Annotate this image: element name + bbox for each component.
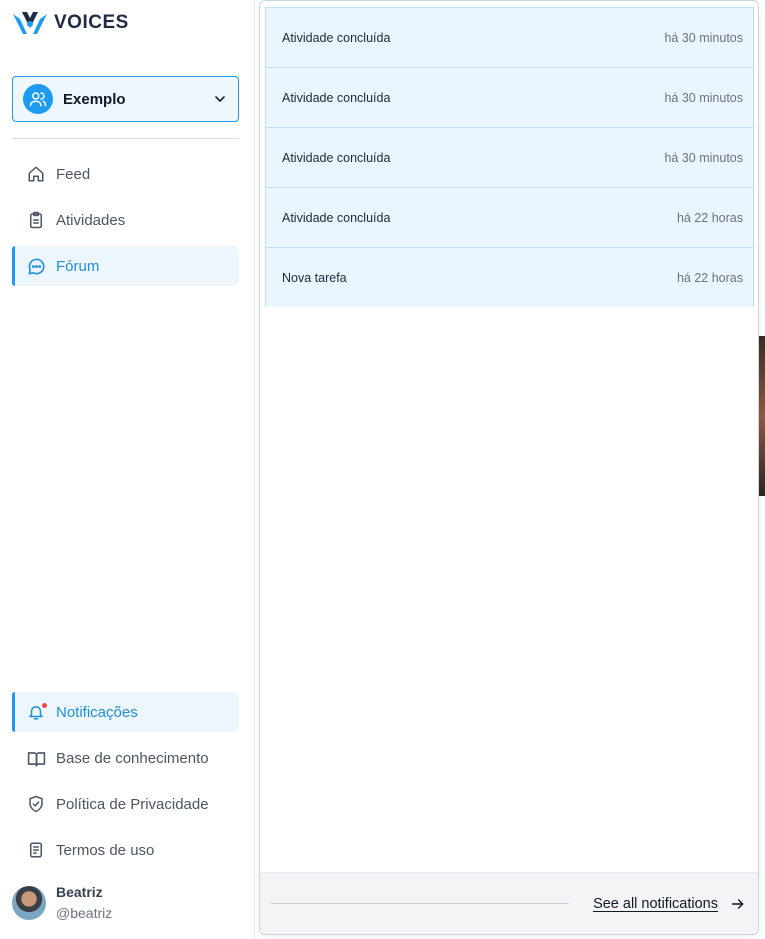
notification-item[interactable]: Nova tarefa há 22 horas xyxy=(265,247,754,307)
nav-label-termos: Termos de uso xyxy=(56,841,155,859)
notification-time: há 22 horas xyxy=(676,270,743,285)
users-icon xyxy=(23,84,53,114)
notification-item[interactable]: Atividade concluída há 30 minutos xyxy=(265,7,754,67)
nav-label-feed: Feed xyxy=(56,165,91,183)
notification-title: Nova tarefa xyxy=(282,270,347,285)
nav-item-termos[interactable]: Termos de uso xyxy=(12,830,239,870)
notification-time: há 30 minutos xyxy=(664,150,743,165)
nav-label-notificacoes: Notificações xyxy=(56,703,138,721)
arrow-right-icon[interactable] xyxy=(730,896,746,912)
chevron-down-icon xyxy=(215,96,225,102)
notification-title: Atividade concluída xyxy=(282,150,391,165)
notification-badge xyxy=(41,702,48,709)
notification-list: Atividade concluída há 30 minutos Ativid… xyxy=(265,7,754,307)
bell-icon xyxy=(26,702,48,722)
nav-item-base-conhecimento[interactable]: Base de conhecimento xyxy=(12,738,239,778)
voices-logo-icon xyxy=(13,12,47,34)
chat-bubble-icon xyxy=(26,256,46,276)
nav-item-forum[interactable]: Fórum xyxy=(12,246,239,286)
nav-label-forum: Fórum xyxy=(56,257,100,275)
clipboard-icon xyxy=(26,210,46,230)
notification-item[interactable]: Atividade concluída há 30 minutos xyxy=(265,67,754,127)
nav-item-atividades[interactable]: Atividades xyxy=(12,200,239,240)
user-handle: @beatriz xyxy=(56,905,113,921)
see-all-notifications-link[interactable]: See all notifications xyxy=(593,896,718,912)
notification-title: Atividade concluída xyxy=(282,30,391,45)
notifications-panel: Atividade concluída há 30 minutos Ativid… xyxy=(259,0,759,935)
nav-item-notificacoes[interactable]: Notificações xyxy=(12,692,239,732)
sidebar: VOICES Exemplo Feed Atividades Fórum Not… xyxy=(0,0,255,939)
notification-time: há 30 minutos xyxy=(664,30,743,45)
user-profile[interactable]: Beatriz @beatriz xyxy=(12,884,112,921)
notification-item[interactable]: Atividade concluída há 30 minutos xyxy=(265,127,754,187)
notification-title: Atividade concluída xyxy=(282,210,391,225)
notification-time: há 22 horas xyxy=(676,210,743,225)
notification-time: há 30 minutos xyxy=(664,90,743,105)
nav-label-atividades: Atividades xyxy=(56,211,126,229)
footer-divider xyxy=(270,903,570,904)
nav-label-politica: Política de Privacidade xyxy=(56,795,209,813)
home-icon xyxy=(26,164,46,184)
workspace-selector[interactable]: Exemplo xyxy=(12,76,239,122)
logo[interactable]: VOICES xyxy=(12,10,129,36)
nav-item-feed[interactable]: Feed xyxy=(12,154,239,194)
book-open-icon xyxy=(26,748,46,768)
shield-check-icon xyxy=(26,794,46,814)
document-icon xyxy=(26,840,46,860)
user-name: Beatriz xyxy=(56,884,103,900)
avatar xyxy=(12,885,46,920)
nav-item-politica[interactable]: Política de Privacidade xyxy=(12,784,239,824)
notification-item[interactable]: Atividade concluída há 22 horas xyxy=(265,187,754,247)
bg-image xyxy=(758,336,765,496)
brand-name: VOICES xyxy=(54,12,129,33)
panel-footer: See all notifications xyxy=(260,872,758,934)
workspace-name: Exemplo xyxy=(63,90,126,108)
notification-title: Atividade concluída xyxy=(282,90,391,105)
nav-label-base: Base de conhecimento xyxy=(56,749,209,767)
divider xyxy=(12,138,239,139)
